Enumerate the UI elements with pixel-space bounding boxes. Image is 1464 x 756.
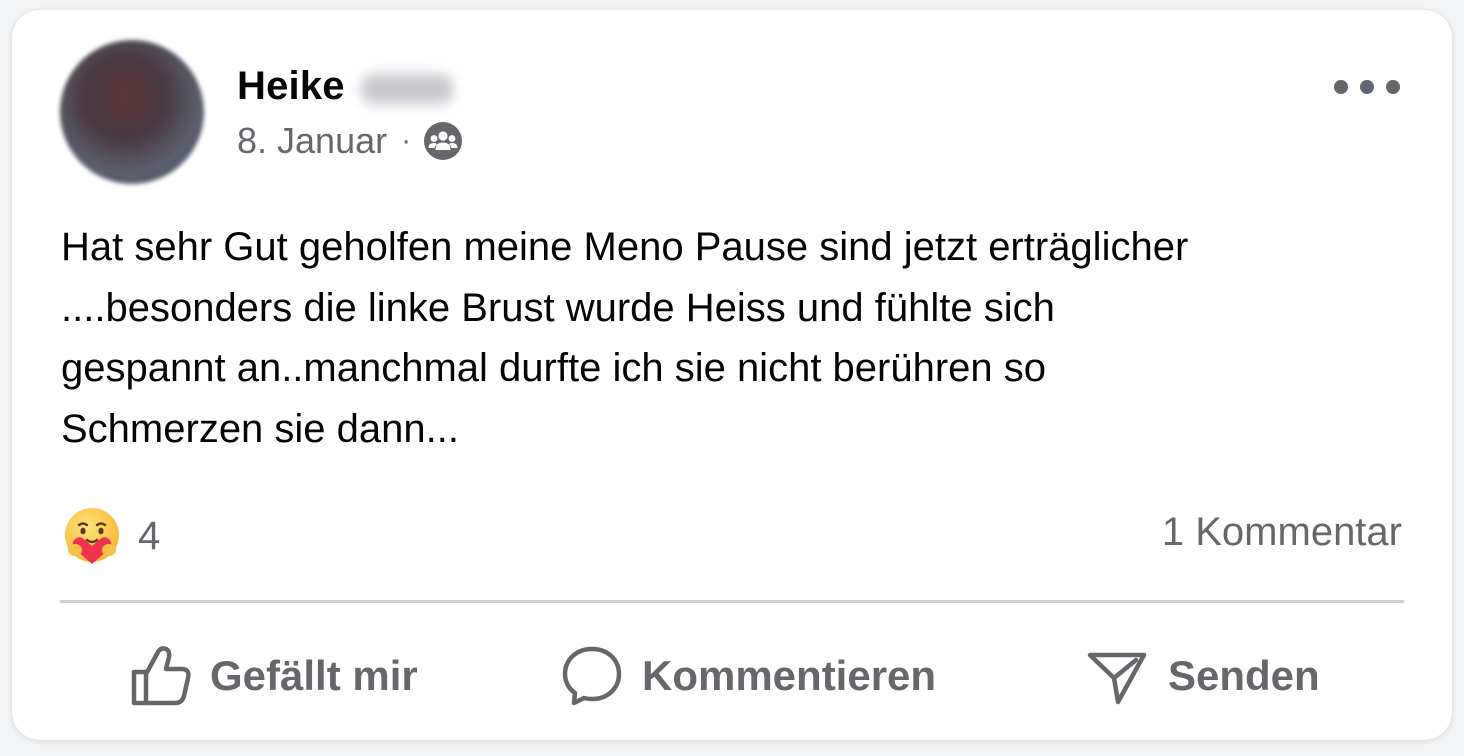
send-icon	[1084, 643, 1150, 709]
more-dot	[1360, 80, 1374, 94]
send-label: Senden	[1168, 652, 1320, 699]
comment-bubble-icon	[560, 644, 624, 708]
post-meta: 8. Januar ·	[237, 120, 463, 162]
group-icon	[423, 121, 463, 161]
comment-count-link[interactable]: 1 Kommentar	[1162, 510, 1402, 555]
more-dot	[1386, 80, 1400, 94]
comment-button[interactable]: Kommentieren	[560, 616, 936, 736]
action-bar: Gefällt mir Kommentieren Senden	[12, 616, 1452, 736]
avatar[interactable]	[60, 40, 204, 184]
post-date[interactable]: 8. Januar	[237, 120, 387, 162]
care-reaction-icon	[62, 506, 122, 566]
meta-separator: ·	[401, 124, 412, 157]
comment-label: Kommentieren	[642, 652, 937, 699]
redacted-surname	[360, 73, 453, 104]
post-card: Heike 8. Januar · Hat sehr Gut geholfen …	[12, 10, 1452, 740]
more-horizontal-icon	[1334, 80, 1348, 94]
like-label: Gefällt mir	[210, 652, 418, 699]
post-text: Hat sehr Gut geholfen meine Meno Pause s…	[61, 225, 1189, 451]
author-row: Heike	[237, 64, 453, 109]
reaction-summary[interactable]: 4	[62, 506, 160, 566]
divider	[60, 600, 1404, 603]
send-button[interactable]: Senden	[1084, 616, 1320, 736]
more-options-button[interactable]	[1334, 72, 1400, 102]
like-button[interactable]: Gefällt mir	[130, 616, 418, 736]
reaction-count: 4	[138, 513, 161, 558]
author-name[interactable]: Heike	[237, 64, 345, 109]
thumbs-up-icon	[130, 645, 192, 707]
